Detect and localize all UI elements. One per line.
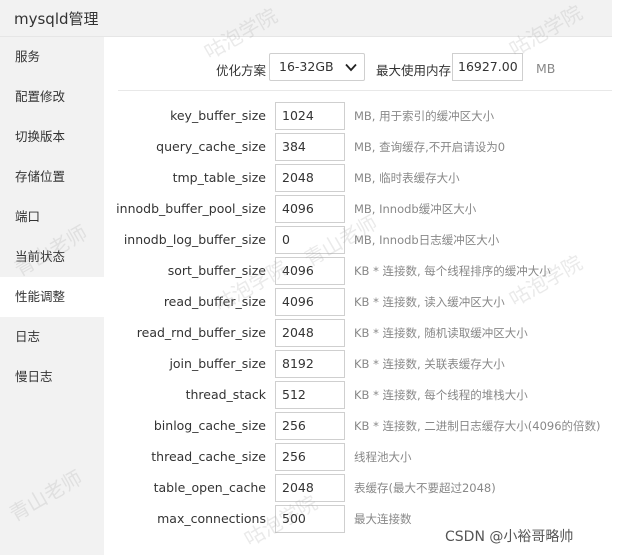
sidebar-item-storage[interactable]: 存储位置 [0,157,104,197]
param-note: MB, Innodb缓冲区大小 [354,202,477,216]
param-label: thread_stack [185,387,266,402]
sidebar: 服务 配置修改 切换版本 存储位置 端口 当前状态 性能调整 日志 慢日志 [0,37,104,555]
optimize-select[interactable]: 16-32GB [269,53,365,81]
max-mem-unit: MB [536,61,556,76]
param-input[interactable]: 2048 [275,164,345,192]
param-input[interactable]: 256 [275,412,345,440]
param-input[interactable]: 8192 [275,350,345,378]
param-input[interactable]: 0 [275,226,345,254]
param-note: 最大连接数 [354,512,412,526]
optimize-select-value: 16-32GB [279,59,334,74]
param-note: MB, Innodb日志缓冲区大小 [354,233,500,247]
sidebar-item-service[interactable]: 服务 [0,37,104,77]
param-note: KB * 连接数, 每个线程的堆栈大小 [354,388,528,402]
param-label: query_cache_size [156,139,266,154]
param-note: 线程池大小 [354,450,412,464]
param-label: innodb_log_buffer_size [123,232,266,247]
sidebar-item-performance[interactable]: 性能调整 [0,277,104,317]
param-note: KB * 连接数, 关联表缓存大小 [354,357,505,371]
param-note: MB, 查询缓存,不开启请设为0 [354,140,506,154]
param-label: join_buffer_size [169,356,266,371]
chevron-down-icon [345,63,357,72]
param-note: KB * 连接数, 随机读取缓冲区大小 [354,326,528,340]
param-label: key_buffer_size [170,108,266,123]
param-input[interactable]: 4096 [275,257,345,285]
param-input[interactable]: 384 [275,133,345,161]
max-mem-label: 最大使用内存 [376,63,452,78]
divider [118,90,612,91]
param-input[interactable]: 1024 [275,102,345,130]
param-label: thread_cache_size [151,449,266,464]
param-input[interactable]: 4096 [275,288,345,316]
performance-panel: 优化方案 16-32GB 最大使用内存 16927.00 MB key_buff… [104,37,612,555]
param-input[interactable]: 500 [275,505,345,533]
sidebar-item-port[interactable]: 端口 [0,197,104,237]
param-note: MB, 临时表缓存大小 [354,171,460,185]
param-input[interactable]: 256 [275,443,345,471]
param-note: KB * 连接数, 二进制日志缓存大小(4096的倍数) [354,419,601,433]
param-note: MB, 用于索引的缓冲区大小 [354,109,495,123]
param-label: tmp_table_size [172,170,266,185]
param-note: KB * 连接数, 每个线程排序的缓冲大小 [354,264,551,278]
param-label: sort_buffer_size [167,263,266,278]
window-title: mysqld管理 [14,10,99,28]
param-label: read_rnd_buffer_size [136,325,266,340]
sidebar-item-log[interactable]: 日志 [0,317,104,357]
param-label: innodb_buffer_pool_size [116,201,266,216]
param-input[interactable]: 2048 [275,319,345,347]
param-note: KB * 连接数, 读入缓冲区大小 [354,295,505,309]
max-mem-field[interactable]: 16927.00 [452,53,523,81]
param-label: read_buffer_size [163,294,266,309]
sidebar-item-status[interactable]: 当前状态 [0,237,104,277]
window-titlebar: mysqld管理 [0,0,612,37]
param-input[interactable]: 2048 [275,474,345,502]
param-label: binlog_cache_size [153,418,266,433]
sidebar-item-slow-log[interactable]: 慢日志 [0,357,104,397]
param-label: table_open_cache [153,480,266,495]
param-input[interactable]: 4096 [275,195,345,223]
optimize-label: 优化方案 [216,63,267,78]
sidebar-item-version[interactable]: 切换版本 [0,117,104,157]
param-note: 表缓存(最大不要超过2048) [354,481,496,495]
param-input[interactable]: 512 [275,381,345,409]
csdn-credit: CSDN @小裕哥略帅 [445,529,574,545]
sidebar-item-config[interactable]: 配置修改 [0,77,104,117]
param-label: max_connections [157,511,266,526]
